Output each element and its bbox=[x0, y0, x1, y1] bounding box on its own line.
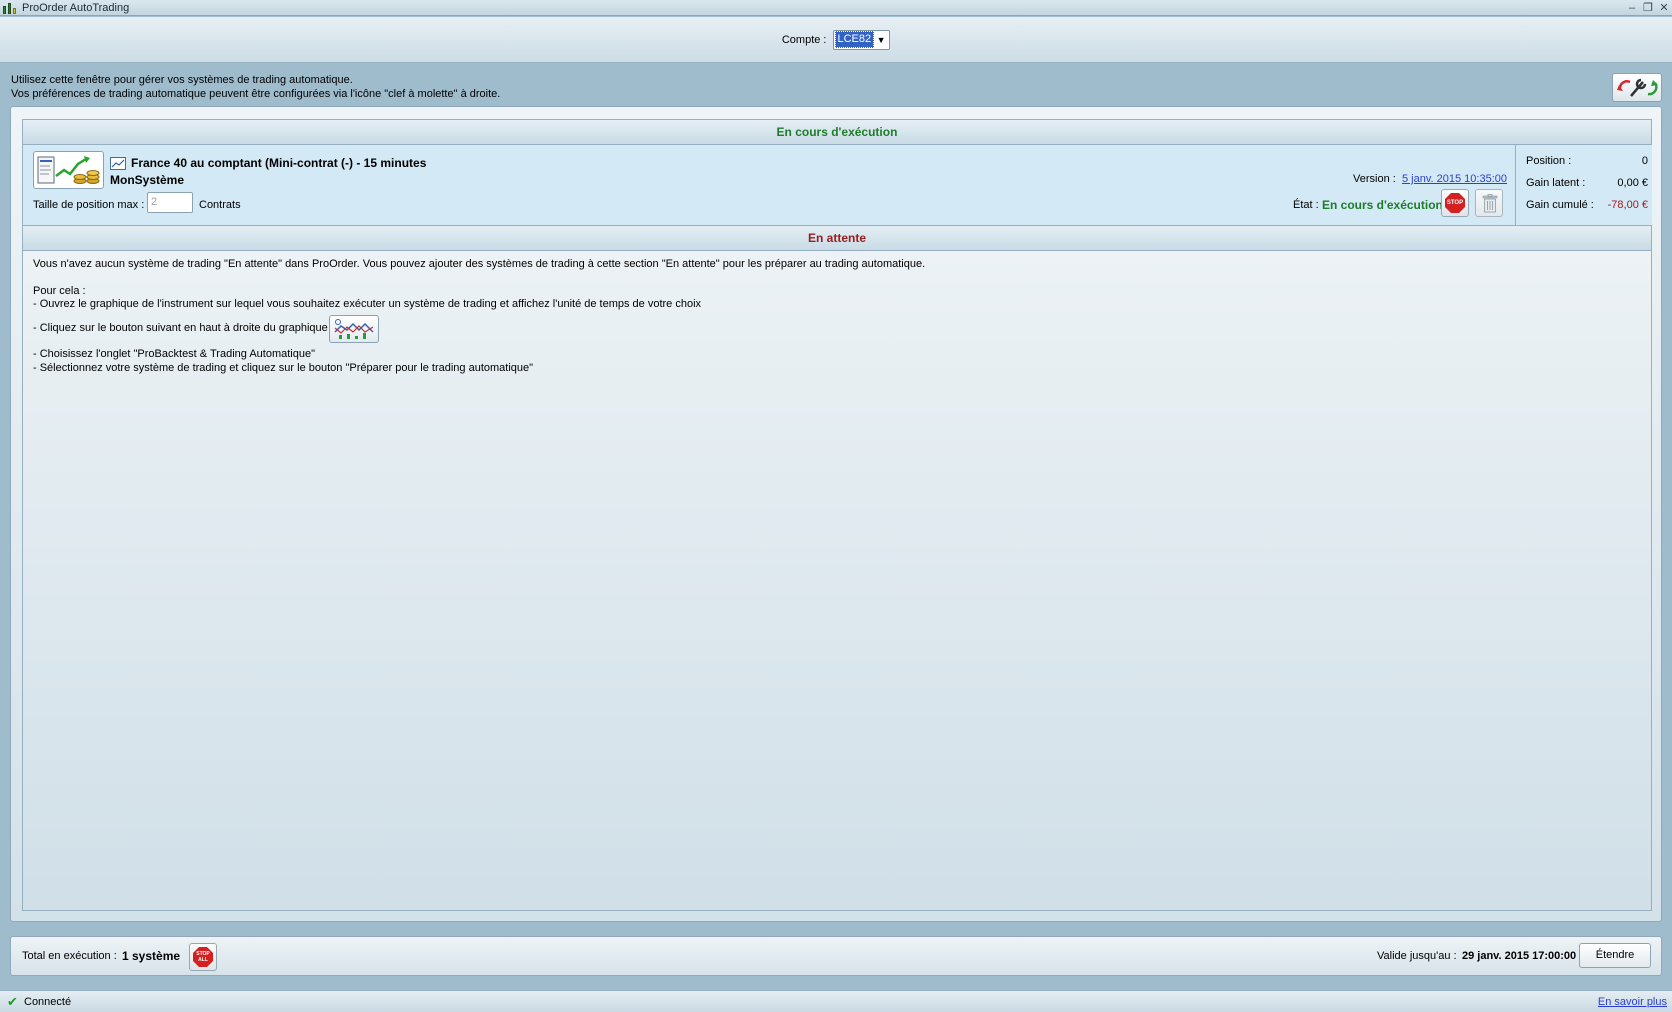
waiting-line-4: - Cliquez sur le bouton suivant en haut … bbox=[33, 322, 328, 334]
valid-until-label: Valide jusqu'au : bbox=[1377, 950, 1457, 962]
chevron-down-icon[interactable]: ▼ bbox=[874, 35, 888, 45]
valid-until-value: 29 janv. 2015 17:00:00 bbox=[1462, 950, 1577, 962]
version-label: Version : bbox=[1353, 173, 1396, 185]
stop-system-button[interactable]: STOP bbox=[1441, 189, 1469, 217]
stop-all-button[interactable]: STOP ALL bbox=[189, 943, 217, 971]
proorder-app-icon bbox=[2, 1, 18, 15]
window-controls: – ❐ ✕ bbox=[1626, 0, 1670, 16]
version-link[interactable]: 5 janv. 2015 10:35:00 bbox=[1402, 173, 1507, 185]
latent-gain-label: Gain latent : bbox=[1526, 177, 1586, 189]
waiting-line-6: - Sélectionnez votre système de trading … bbox=[33, 362, 534, 374]
connected-check-icon: ✔ bbox=[7, 994, 18, 1009]
total-running-label: Total en exécution : bbox=[22, 950, 117, 962]
account-label: Compte : bbox=[781, 33, 827, 46]
preferences-button[interactable] bbox=[1612, 73, 1662, 102]
chart-link-icon[interactable] bbox=[110, 157, 126, 170]
main-panel: En cours d'exécution France 40 au compta… bbox=[10, 106, 1662, 922]
total-running-value: 1 système bbox=[122, 949, 181, 963]
restore-icon[interactable]: ❐ bbox=[1642, 1, 1654, 15]
wrench-icon bbox=[1617, 78, 1658, 97]
window-title: ProOrder AutoTrading bbox=[22, 1, 130, 14]
waiting-line-3: - Ouvrez le graphique de l'instrument su… bbox=[33, 298, 702, 310]
delete-system-button[interactable] bbox=[1475, 189, 1503, 217]
connection-status: Connecté bbox=[24, 996, 72, 1008]
stat-cumulative-gain: Gain cumulé : -78,00 € bbox=[1526, 199, 1648, 211]
probacktest-chart-icon bbox=[334, 319, 374, 339]
summary-bar: Total en exécution : 1 système STOP ALL … bbox=[10, 936, 1662, 976]
max-position-label: Taille de position max : bbox=[33, 199, 145, 211]
max-position-input[interactable]: 2 bbox=[147, 192, 193, 213]
intro-line-2: Vos préférences de trading automatique p… bbox=[11, 88, 501, 100]
account-select-value: LCE82 bbox=[834, 31, 875, 48]
position-label: Position : bbox=[1526, 155, 1572, 167]
stat-position: Position : 0 bbox=[1526, 155, 1648, 167]
waiting-line-5: - Choisissez l'onglet "ProBacktest & Tra… bbox=[33, 348, 315, 360]
account-bar: Compte : LCE82 ▼ bbox=[0, 17, 1672, 63]
intro-text: Utilisez cette fenêtre pour gérer vos sy… bbox=[11, 73, 500, 101]
state-value: En cours d'exécution bbox=[1322, 198, 1443, 212]
waiting-instructions: Vous n'avez aucun système de trading "En… bbox=[22, 251, 1652, 911]
system-name: MonSystème bbox=[110, 173, 185, 187]
stop-all-icon: STOP ALL bbox=[193, 947, 213, 967]
running-section-header: En cours d'exécution bbox=[22, 119, 1652, 145]
title-bar: ProOrder AutoTrading – ❐ ✕ bbox=[0, 0, 1672, 16]
extend-button[interactable]: Étendre bbox=[1579, 943, 1651, 968]
trading-system-icon bbox=[33, 151, 104, 189]
waiting-line-1: Vous n'avez aucun système de trading "En… bbox=[33, 258, 926, 270]
status-bar: ✔ Connecté En savoir plus bbox=[0, 990, 1672, 1012]
waiting-line-2: Pour cela : bbox=[33, 285, 86, 297]
system-stats: Position : 0 Gain latent : 0,00 € Gain c… bbox=[1515, 145, 1652, 225]
probacktest-button[interactable] bbox=[329, 315, 379, 343]
system-instrument: France 40 au comptant (Mini-contrat (-) … bbox=[131, 156, 427, 170]
state-label: État : bbox=[1293, 199, 1319, 211]
trash-icon bbox=[1482, 194, 1498, 213]
learn-more-link[interactable]: En savoir plus bbox=[1598, 996, 1667, 1008]
position-value: 0 bbox=[1641, 155, 1648, 167]
waiting-section-header: En attente bbox=[22, 225, 1652, 251]
intro-line-1: Utilisez cette fenêtre pour gérer vos sy… bbox=[11, 74, 353, 86]
stop-icon: STOP bbox=[1445, 193, 1465, 213]
cumulative-gain-label: Gain cumulé : bbox=[1526, 199, 1594, 211]
close-icon[interactable]: ✕ bbox=[1658, 1, 1670, 15]
running-system-row[interactable]: France 40 au comptant (Mini-contrat (-) … bbox=[22, 145, 1652, 225]
account-select[interactable]: LCE82 ▼ bbox=[832, 29, 891, 50]
cumulative-gain-value: -78,00 € bbox=[1607, 199, 1648, 211]
stat-latent-gain: Gain latent : 0,00 € bbox=[1526, 177, 1648, 189]
contracts-label: Contrats bbox=[199, 199, 241, 211]
minimize-icon[interactable]: – bbox=[1626, 1, 1638, 15]
latent-gain-value: 0,00 € bbox=[1617, 177, 1648, 189]
